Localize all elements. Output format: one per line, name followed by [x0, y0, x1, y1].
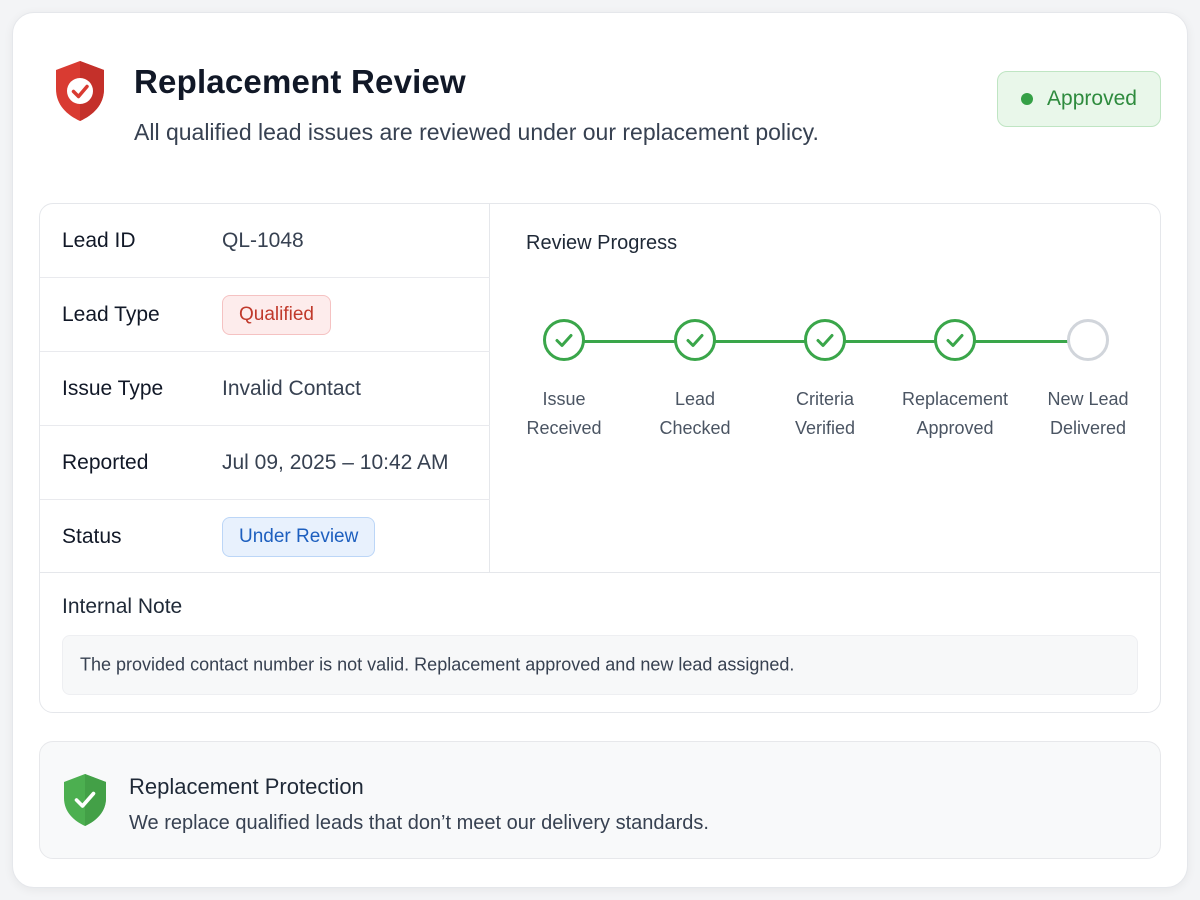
protection-title: Replacement Protection — [129, 774, 364, 799]
replacement-protection-banner: Replacement Protection We replace qualif… — [39, 741, 1161, 859]
status-badge-label: Approved — [1047, 87, 1137, 110]
check-circle-icon — [934, 319, 976, 361]
info-row-issue-type: Issue Type Invalid Contact — [40, 352, 490, 426]
check-circle-icon — [543, 319, 585, 361]
check-circle-icon — [804, 319, 846, 361]
issue-type-value: Invalid Contact — [222, 376, 361, 400]
check-circle-icon — [674, 319, 716, 361]
internal-note-section: Internal Note The provided contact numbe… — [40, 572, 1160, 712]
status-label: Status — [62, 525, 122, 548]
step-lead-checked: Lead Checked — [625, 319, 765, 443]
lead-info-table: Lead ID QL-1048 Lead Type Qualified Issu… — [40, 204, 490, 572]
internal-note-title: Internal Note — [62, 595, 183, 618]
shield-check-icon — [64, 774, 106, 826]
header: Replacement Review All qualified lead is… — [13, 13, 1187, 203]
reported-value: Jul 09, 2025 – 10:42 AM — [222, 450, 449, 474]
lead-id-value: QL-1048 — [222, 228, 304, 252]
lead-type-label: Lead Type — [62, 302, 160, 326]
step-label: Criteria Verified — [794, 389, 856, 438]
shield-check-icon — [56, 61, 104, 121]
info-row-status: Status Under Review — [40, 500, 490, 574]
info-row-lead-id: Lead ID QL-1048 — [40, 204, 490, 278]
info-row-lead-type: Lead Type Qualified — [40, 278, 490, 352]
issue-type-label: Issue Type — [62, 376, 164, 400]
info-row-reported: Reported Jul 09, 2025 – 10:42 AM — [40, 426, 490, 500]
internal-note-text: The provided contact number is not valid… — [80, 654, 795, 675]
status-badge: Under Review — [222, 517, 376, 557]
progress-title: Review Progress — [526, 232, 678, 254]
lead-type-badge: Qualified — [222, 294, 331, 335]
internal-note-box: The provided contact number is not valid… — [62, 635, 1138, 695]
reported-label: Reported — [62, 450, 149, 474]
step-label: Issue Received — [526, 389, 602, 438]
empty-circle-icon — [1067, 319, 1109, 361]
details-panel: Lead ID QL-1048 Lead Type Qualified Issu… — [39, 203, 1161, 713]
step-label: Lead Checked — [659, 389, 731, 438]
step-criteria-verified: Criteria Verified — [755, 319, 895, 443]
protection-text: We replace qualified leads that don’t me… — [129, 812, 709, 834]
step-label: New Lead Delivered — [1047, 389, 1129, 438]
review-progress: Review Progress Issue Received Lead Chec… — [491, 204, 1160, 572]
page-title: Replacement Review — [134, 63, 466, 100]
status-dot-icon — [1021, 93, 1034, 105]
page-subtitle: All qualified lead issues are reviewed u… — [134, 119, 819, 145]
step-label: Replacement Approved — [901, 389, 1009, 438]
replacement-review-card: Replacement Review All qualified lead is… — [12, 12, 1188, 888]
lead-id-label: Lead ID — [62, 228, 136, 252]
approved-status-badge: Approved — [997, 71, 1161, 127]
step-issue-received: Issue Received — [494, 319, 634, 443]
step-replacement-approved: Replacement Approved — [885, 319, 1025, 443]
step-new-lead-delivered: New Lead Delivered — [1018, 319, 1158, 443]
